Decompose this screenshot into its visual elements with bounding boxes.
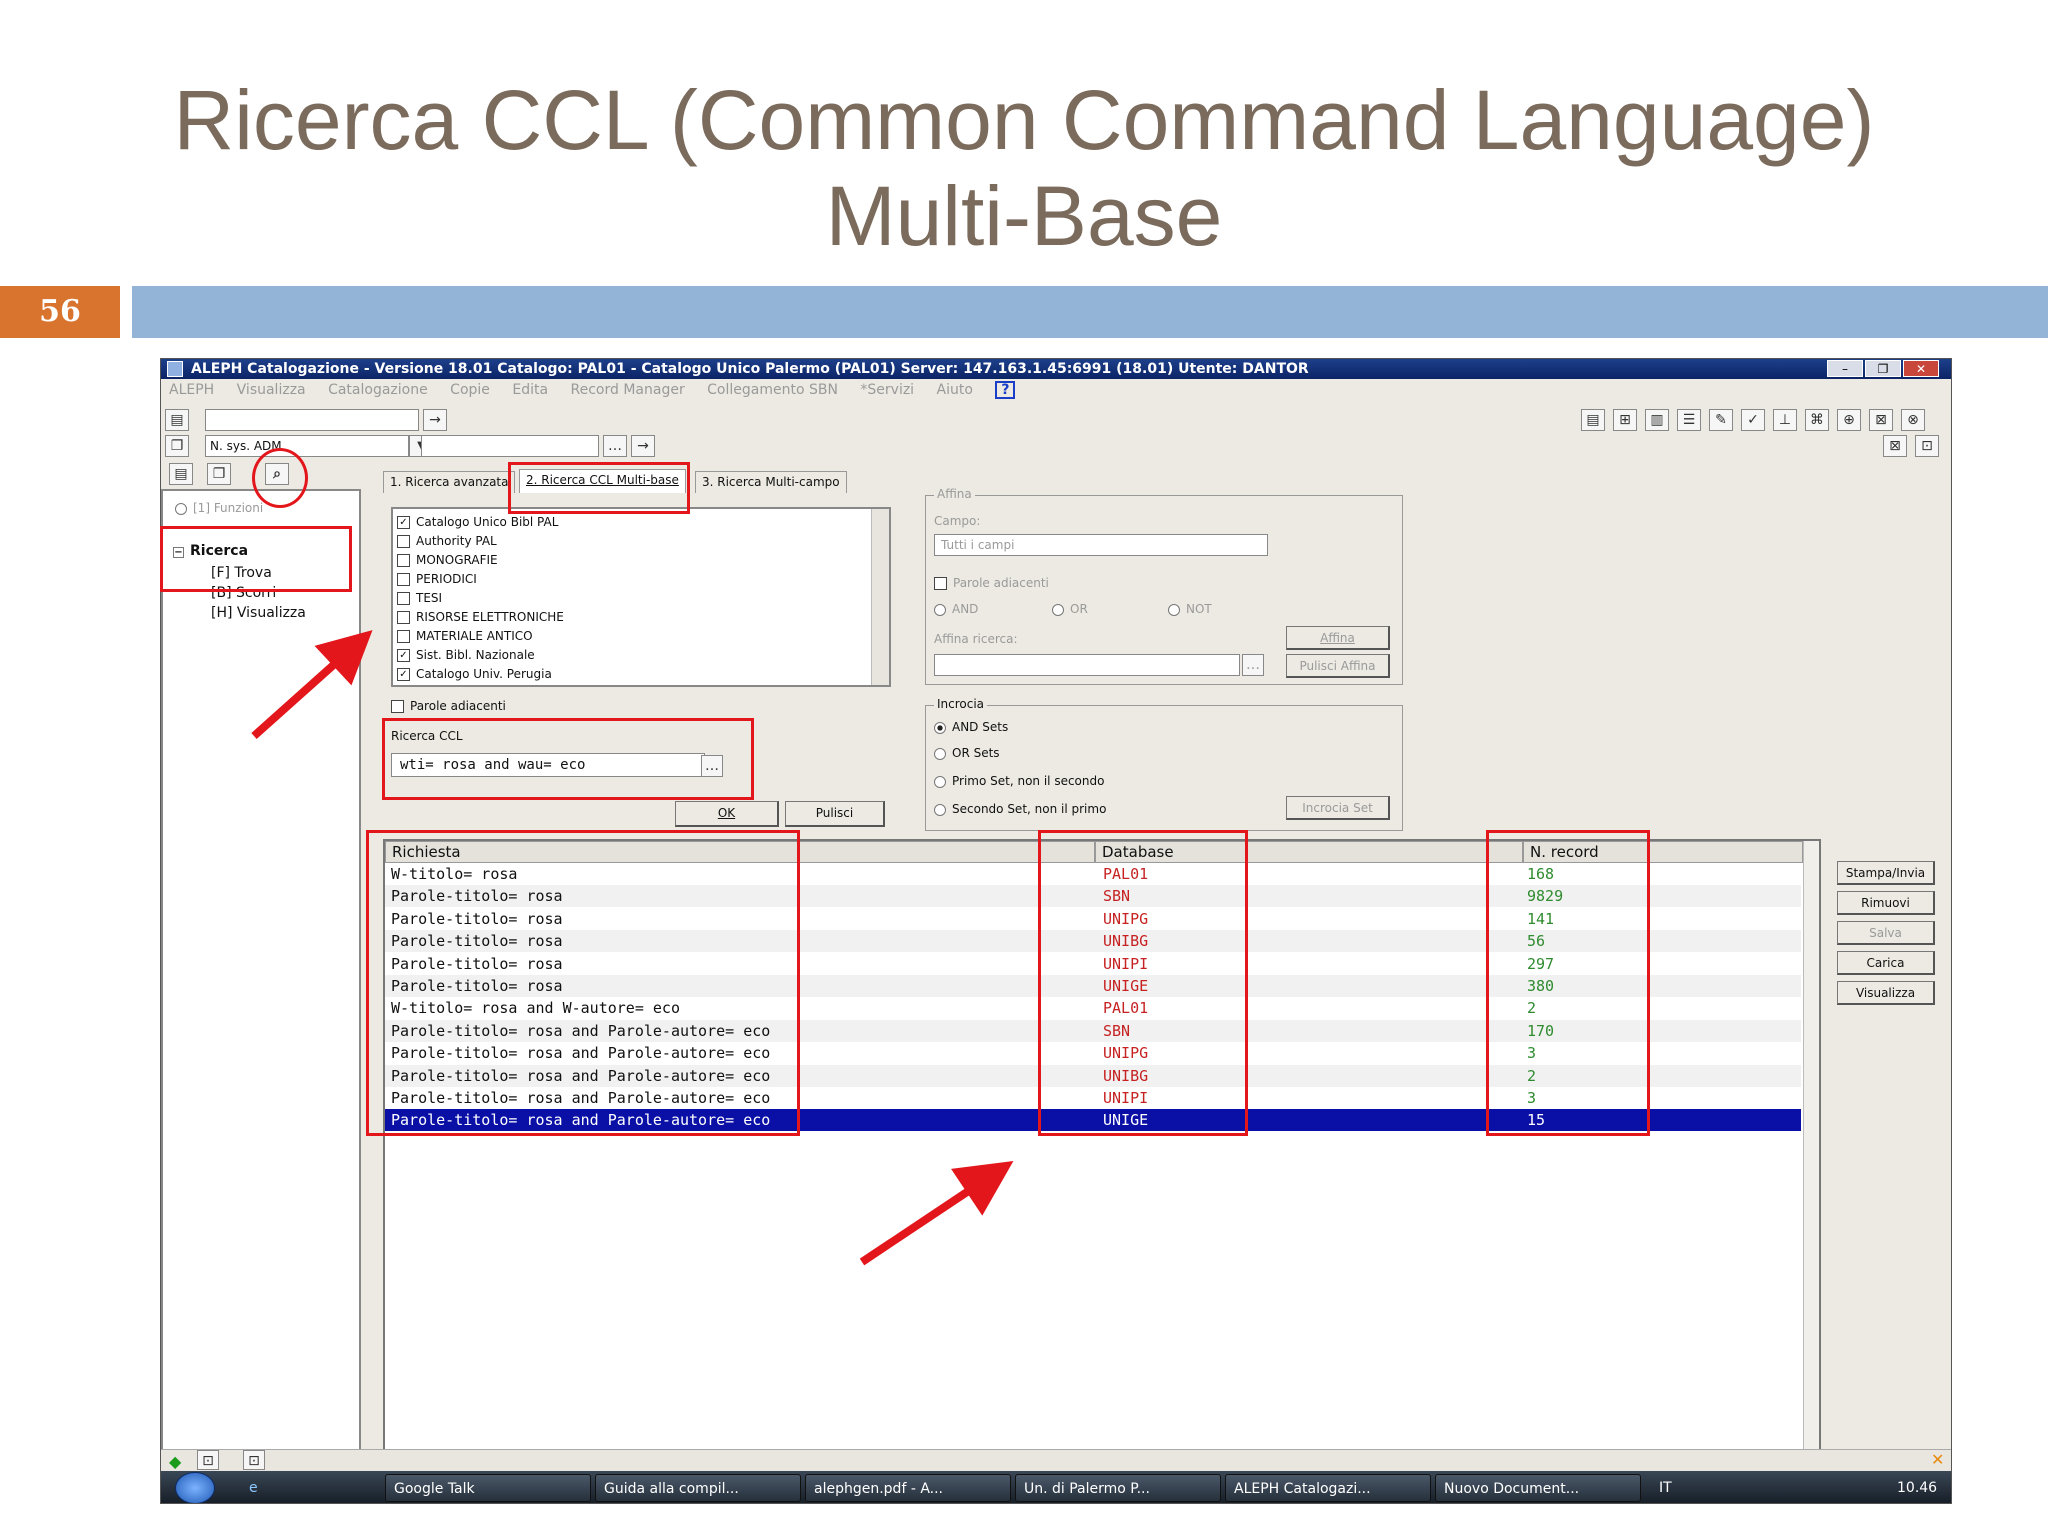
annotation-arrows — [251, 630, 1014, 1266]
arrow-to-results — [859, 1178, 985, 1266]
arrow-head — [951, 1161, 1014, 1216]
